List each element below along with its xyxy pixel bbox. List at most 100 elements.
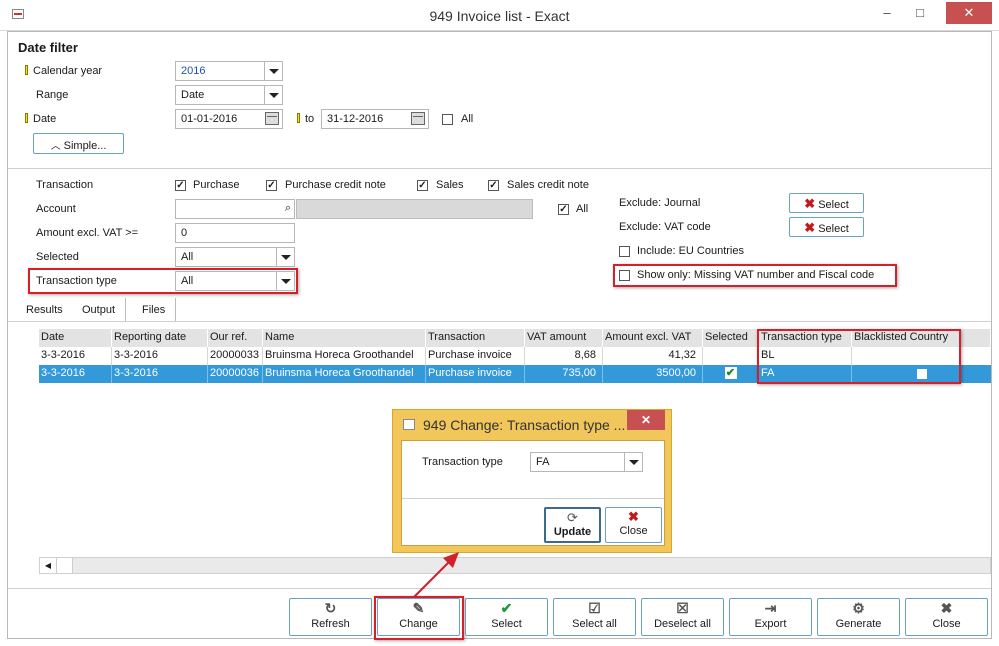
required-marker-icon [297,113,300,123]
chevron-up-icon: ︿ [50,141,61,152]
close-button[interactable]: ✖ Close [905,598,988,636]
table-cell: 3-3-2016 [39,365,112,383]
account-field[interactable]: ⌕ [175,199,295,219]
select-button[interactable]: ✔ Select [465,598,548,636]
account-all-checkbox[interactable]: ✓ [558,204,569,215]
export-icon: ⇥ [764,600,777,616]
dialog-transaction-type-dropdown[interactable]: FA [530,452,643,472]
gear-icon: ⚙ [852,600,865,616]
chevron-down-icon[interactable] [264,86,282,104]
table-cell: 20000033 [208,347,263,365]
exclude-journal-select-button[interactable]: ✖ Select [789,193,864,213]
sales-credit-note-label: Sales credit note [507,179,589,191]
account-description-field [296,199,533,219]
simple-button[interactable]: ︿ Simple... [33,133,124,154]
required-marker-icon [25,113,28,123]
close-icon: ✖ [804,220,816,235]
table-cell: 20000036 [208,365,263,383]
exclude-vat-select-button[interactable]: ✖ Select [789,217,864,237]
date-filter-header: Date filter [18,40,78,55]
scrollbar-thumb[interactable] [57,558,73,573]
amount-label: Amount excl. VAT >= [36,227,139,239]
column-header[interactable]: Transaction [426,329,525,347]
purchase-label: Purchase [193,179,240,191]
column-header[interactable]: Selected [703,329,759,347]
column-header[interactable]: Name [263,329,426,347]
window-title: 949 Invoice list - Exact [429,8,570,24]
table-cell: Bruinsma Horeca Groothandel [263,347,426,365]
sales-checkbox[interactable]: ✓ [417,180,428,191]
close-window-button[interactable]: ✕ [946,2,992,24]
search-icon[interactable]: ⌕ [285,202,291,215]
column-header[interactable]: Reporting date [112,329,208,347]
checkbox-checked-icon: ☑ [588,600,601,616]
date-all-label: All [461,113,474,125]
calendar-icon[interactable] [411,112,425,125]
chevron-down-icon[interactable] [264,62,282,80]
maximize-button[interactable]: □ [905,2,935,24]
calendar-icon[interactable] [265,112,279,125]
purchase-checkbox[interactable]: ✓ [175,180,186,191]
sales-label: Sales [436,179,464,191]
annotation-arrow [412,552,459,599]
date-to-field[interactable]: 31-12-2016 [321,109,429,129]
highlight-change [374,596,464,640]
date-from-field[interactable]: 01-01-2016 [175,109,283,129]
exclude-vat-label: Exclude: VAT code [619,221,711,233]
update-button[interactable]: ⟳ Update [544,507,601,543]
selected-dropdown[interactable]: All [175,247,295,267]
chevron-down-icon[interactable] [624,453,642,471]
column-header[interactable]: Date [39,329,112,347]
purchase-credit-note-checkbox[interactable]: ✓ [266,180,277,191]
close-icon: ✖ [804,196,816,211]
date-all-checkbox[interactable] [442,114,453,125]
close-icon: ✖ [628,509,639,524]
table-cell: Purchase invoice [426,347,525,365]
scroll-left-icon[interactable]: ◀ [40,558,57,573]
dialog-body: Transaction type FA ⟳ Update ✖ Close [401,440,665,546]
table-cell: Bruinsma Horeca Groothandel [263,365,426,383]
account-all-label: All [576,203,589,215]
deselect-all-button[interactable]: ☒ Deselect all [641,598,724,636]
divider [8,588,991,589]
export-button[interactable]: ⇥ Export [729,598,812,636]
dialog-close-action-button[interactable]: ✖ Close [605,507,662,543]
table-cell: ✔ [703,365,759,383]
include-eu-checkbox[interactable] [619,246,630,257]
select-all-button[interactable]: ☑ Select all [553,598,636,636]
amount-field[interactable]: 0 [175,223,295,243]
refresh-button[interactable]: ↻ Refresh [289,598,372,636]
date-label: Date [25,113,56,125]
range-label: Range [36,89,69,101]
generate-button[interactable]: ⚙ Generate [817,598,900,636]
tab-results[interactable]: Results [16,298,74,322]
close-icon: ✖ [940,600,953,616]
tab-output[interactable]: Output [72,298,127,322]
table-cell: Purchase invoice [426,365,525,383]
dialog-title: 949 Change: Transaction type ... [423,417,626,433]
column-header[interactable]: VAT amount [525,329,603,347]
transaction-label: Transaction [36,179,94,191]
table-cell: 735,00 [525,365,603,383]
range-dropdown[interactable]: Date [175,85,283,105]
to-label: to [297,113,314,125]
highlight-columns [757,329,961,384]
checkbox-x-icon: ☒ [676,600,689,616]
chevron-down-icon[interactable] [276,248,294,266]
column-header[interactable]: Our ref. [208,329,263,347]
selected-label: Selected [36,251,79,263]
table-cell: 41,32 [603,347,703,365]
sales-credit-note-checkbox[interactable]: ✓ [488,180,499,191]
divider [8,321,991,322]
dialog-close-button[interactable]: ✕ [627,410,665,430]
calendar-year-dropdown[interactable]: 2016 [175,61,283,81]
minimize-button[interactable]: – [872,2,902,24]
table-cell [703,347,759,365]
tab-files[interactable]: Files [132,298,177,322]
selected-checkbox[interactable]: ✔ [724,367,737,379]
horizontal-scrollbar[interactable]: ◀ [39,557,991,574]
highlight-transaction-type [28,268,298,294]
include-eu-label: Include: EU Countries [637,245,744,257]
check-icon: ✔ [500,600,513,616]
column-header[interactable]: Amount excl. VAT [603,329,703,347]
